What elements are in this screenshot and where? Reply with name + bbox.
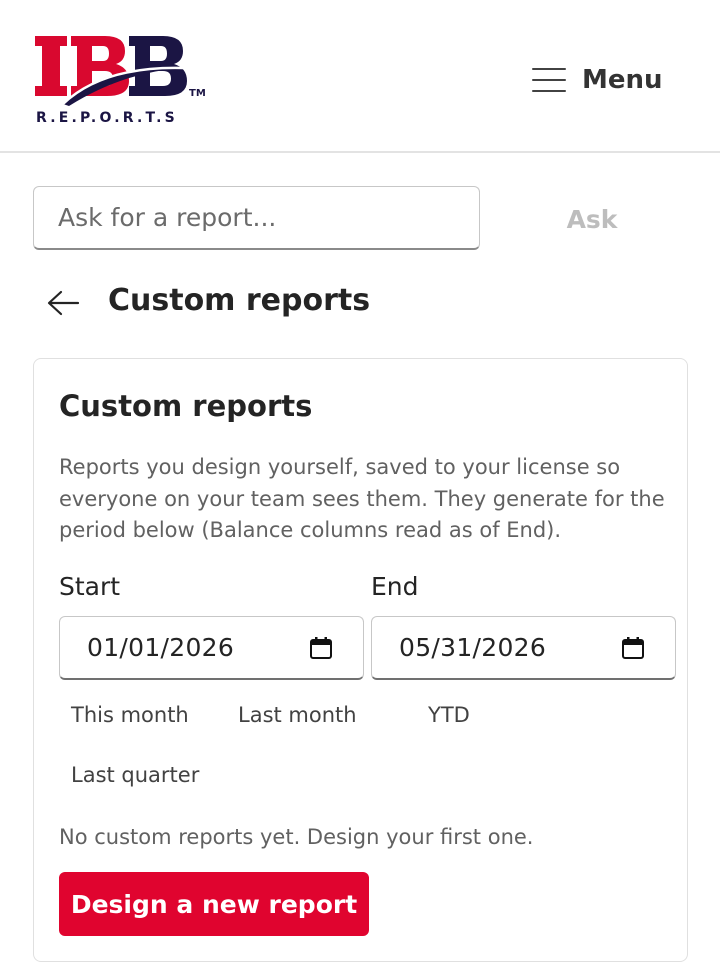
logo-subtitle: R.E.P.O.R.T.S — [36, 110, 178, 126]
end-date-label: End — [371, 572, 419, 601]
menu-button[interactable]: Menu — [532, 60, 663, 100]
page-title: Custom reports — [108, 283, 371, 318]
design-new-report-button[interactable]: Design a new report — [59, 872, 369, 936]
preset-ytd[interactable]: YTD — [428, 703, 470, 727]
start-date-value: 01/01/2026 — [87, 633, 235, 662]
end-date-value: 05/31/2026 — [399, 633, 547, 662]
ibb-reports-logo[interactable]: TM R.E.P.O.R.T.S — [33, 34, 213, 130]
menu-icon — [532, 68, 566, 92]
ask-input[interactable] — [33, 186, 480, 250]
empty-state-message: No custom reports yet. Design your first… — [59, 825, 534, 849]
back-arrow-icon — [47, 290, 80, 316]
start-date-field[interactable]: 01/01/2026 — [59, 616, 364, 680]
logo-trademark: TM — [189, 88, 206, 99]
custom-reports-card: Custom reports Reports you design yourse… — [33, 358, 688, 962]
logo-mark: TM — [35, 36, 206, 106]
back-button[interactable] — [44, 284, 84, 324]
app-header: TM R.E.P.O.R.T.S Menu — [0, 0, 720, 153]
start-date-label: Start — [59, 572, 121, 601]
menu-label: Menu — [582, 65, 663, 95]
preset-last-month[interactable]: Last month — [238, 703, 357, 727]
calendar-icon[interactable] — [309, 636, 333, 660]
calendar-icon[interactable] — [621, 636, 645, 660]
card-title: Custom reports — [59, 389, 313, 423]
card-description: Reports you design yourself, saved to yo… — [59, 455, 665, 542]
end-date-field[interactable]: 05/31/2026 — [371, 616, 676, 680]
preset-this-month[interactable]: This month — [71, 703, 189, 727]
preset-last-quarter[interactable]: Last quarter — [71, 763, 199, 787]
ask-button[interactable]: Ask — [540, 198, 644, 240]
